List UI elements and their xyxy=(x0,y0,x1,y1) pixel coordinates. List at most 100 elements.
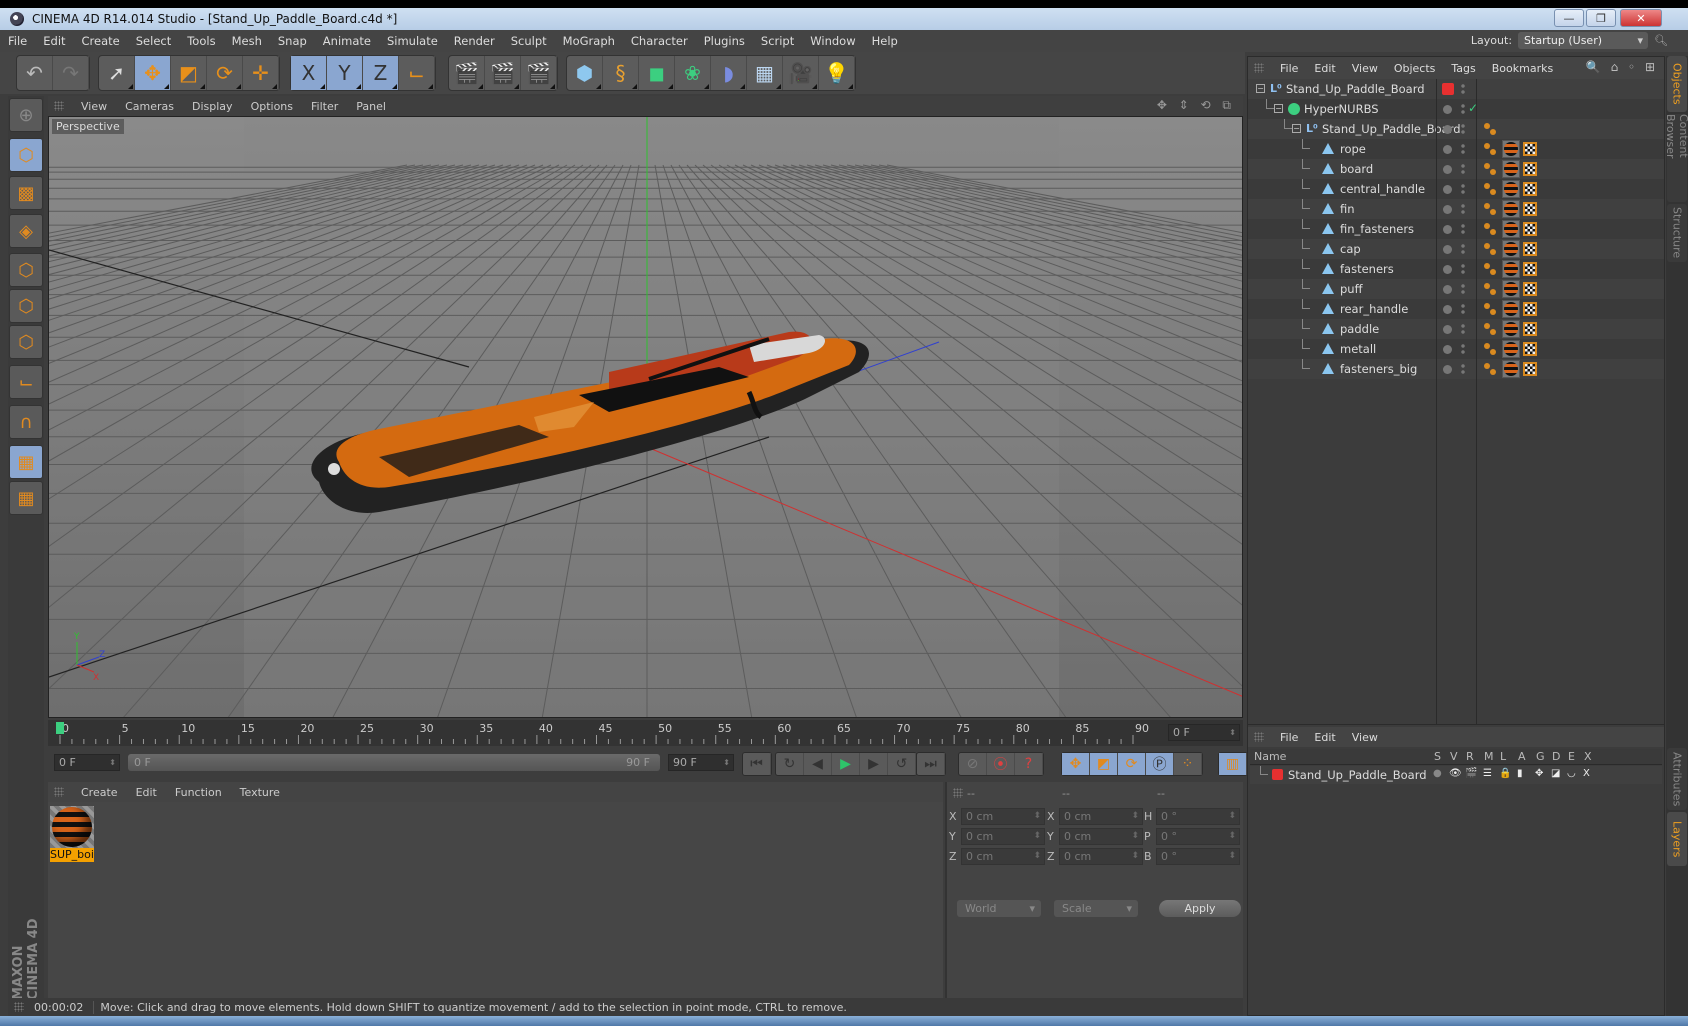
axis-mode-icon[interactable]: ⌙ xyxy=(9,365,43,399)
phong-tag-icon[interactable] xyxy=(1484,163,1496,175)
end-frame-field[interactable]: 90 F ⬍ xyxy=(668,754,734,771)
material-tag-icon[interactable] xyxy=(1502,260,1520,278)
layout-dropdown[interactable]: Startup (User) xyxy=(1518,32,1649,49)
layer-flag-m[interactable]: ☰ xyxy=(1483,768,1492,779)
menu-sculpt[interactable]: Sculpt xyxy=(503,34,555,48)
layer-dot-icon[interactable] xyxy=(1443,145,1452,154)
go-to-previous-frame-icon[interactable]: ◀ xyxy=(804,753,832,775)
object-name[interactable]: fasteners xyxy=(1340,262,1394,276)
visibility-toggle[interactable] xyxy=(1461,203,1465,215)
material-menu-function[interactable]: Function xyxy=(166,786,231,799)
phong-tag-icon[interactable] xyxy=(1484,283,1496,295)
viewport-menu-view[interactable]: View xyxy=(72,100,116,113)
visibility-toggle[interactable] xyxy=(1461,263,1465,275)
minimize-button[interactable]: — xyxy=(1554,9,1584,27)
object-row[interactable]: − L⁰ Stand_Up_Paddle_Board xyxy=(1248,79,1664,99)
floor-icon[interactable]: ▦ xyxy=(747,56,783,90)
layer-flag-e[interactable]: ◡ xyxy=(1567,768,1576,779)
viewport-menu-display[interactable]: Display xyxy=(183,100,242,113)
object-menu-objects[interactable]: Objects xyxy=(1386,62,1444,75)
object-row[interactable]: cap xyxy=(1248,239,1664,259)
layer-column-x[interactable]: X xyxy=(1584,750,1592,763)
uvw-tag-icon[interactable] xyxy=(1523,262,1537,276)
layer-dot-icon[interactable] xyxy=(1443,305,1452,314)
object-name[interactable]: metall xyxy=(1340,342,1376,356)
phong-tag-icon[interactable] xyxy=(1484,363,1496,375)
move-icon[interactable]: ✥ xyxy=(135,56,171,90)
undo-icon[interactable]: ↶ xyxy=(17,56,53,90)
viewport-menu-panel[interactable]: Panel xyxy=(347,100,395,113)
layer-dot-icon[interactable] xyxy=(1443,105,1452,114)
deformer-icon[interactable]: ◗ xyxy=(711,56,747,90)
apply-button[interactable]: Apply xyxy=(1159,900,1241,917)
material-tag-icon[interactable] xyxy=(1502,240,1520,258)
y-axis-icon[interactable]: Y xyxy=(327,56,363,90)
visibility-toggle[interactable] xyxy=(1461,163,1465,175)
play-forwards-icon[interactable]: ▶ xyxy=(832,753,860,775)
layer-flag-g[interactable]: ✥ xyxy=(1535,768,1543,779)
object-row[interactable]: paddle xyxy=(1248,319,1664,339)
phong-tag-icon[interactable] xyxy=(1484,203,1496,215)
timeline-ruler[interactable]: 0 5 10 15 20 25 30 35 40 45 50 55 60 65 70 75 80 85 90 0 F… xyxy=(48,720,1243,746)
layer-dot-icon[interactable] xyxy=(1443,325,1452,334)
panel-grip[interactable] xyxy=(1254,732,1264,742)
object-name[interactable]: fin xyxy=(1340,202,1355,216)
side-tab-content-browser[interactable]: Content Browser xyxy=(1664,114,1688,202)
layer-dot-icon[interactable] xyxy=(1443,165,1452,174)
side-tab-layers[interactable]: Layers xyxy=(1667,812,1687,866)
coord-rot-field[interactable]: 0 ° xyxy=(1156,808,1240,825)
layer-dot-icon[interactable] xyxy=(1443,265,1452,274)
material-tag-icon[interactable] xyxy=(1502,160,1520,178)
object-name[interactable]: fin_fasteners xyxy=(1340,222,1414,236)
material-manager[interactable]: SUP_boi xyxy=(48,802,943,1024)
layer-flag-x[interactable]: X xyxy=(1583,768,1590,779)
render-picture-viewer-icon[interactable]: 🎬 xyxy=(485,56,521,90)
search-icon[interactable]: 🔍︎ xyxy=(1654,34,1668,47)
visibility-toggle[interactable] xyxy=(1461,143,1465,155)
layer-dot-icon[interactable] xyxy=(1443,225,1452,234)
object-name[interactable]: rear_handle xyxy=(1340,302,1408,316)
point-level-animation-icon[interactable]: ⁘ xyxy=(1174,753,1202,775)
menu-help[interactable]: Help xyxy=(864,34,906,48)
parameter-key-icon[interactable]: Ⓟ xyxy=(1146,753,1174,775)
layer-column-r[interactable]: R xyxy=(1466,750,1474,763)
side-tab-structure[interactable]: Structure xyxy=(1667,204,1687,262)
uvw-tag-icon[interactable] xyxy=(1523,322,1537,336)
object-row[interactable]: puff xyxy=(1248,279,1664,299)
object-menu-tags[interactable]: Tags xyxy=(1443,62,1483,75)
panel-grip[interactable] xyxy=(1254,63,1264,73)
cube-icon[interactable]: ⬢ xyxy=(567,56,603,90)
side-tab-attributes[interactable]: Attributes xyxy=(1667,748,1687,810)
layer-row[interactable]: Stand_Up_Paddle_Board ● 👁 🎬 ☰ 🔒 ▮ ✥ ◪ ◡ X xyxy=(1250,766,1662,784)
camera-label[interactable]: Perspective xyxy=(52,119,124,134)
edges-mode-icon[interactable]: ⬡ xyxy=(9,289,43,323)
phong-tag-icon[interactable] xyxy=(1484,243,1496,255)
start-frame-field[interactable]: 0 F ⬍ xyxy=(54,754,120,771)
x-axis-icon[interactable]: X xyxy=(291,56,327,90)
visibility-toggle[interactable] xyxy=(1461,103,1465,115)
layer-dot-icon[interactable] xyxy=(1443,125,1452,134)
object-row[interactable]: fin_fasteners xyxy=(1248,219,1664,239)
layer-flag-s[interactable]: ● xyxy=(1433,768,1442,779)
menu-render[interactable]: Render xyxy=(446,34,503,48)
menu-script[interactable]: Script xyxy=(753,34,802,48)
layer-column-m[interactable]: M xyxy=(1484,750,1494,763)
layer-column-name[interactable]: Name xyxy=(1254,750,1286,763)
object-name[interactable]: cap xyxy=(1340,242,1361,256)
uvw-tag-icon[interactable] xyxy=(1523,202,1537,216)
layer-dot-icon[interactable] xyxy=(1443,345,1452,354)
layer-dot-icon[interactable] xyxy=(1443,205,1452,214)
uvw-tag-icon[interactable] xyxy=(1523,162,1537,176)
position-key-icon[interactable]: ✥ xyxy=(1062,753,1090,775)
object-row[interactable]: central_handle xyxy=(1248,179,1664,199)
object-row[interactable]: − L⁰ Stand_Up_Paddle_Board xyxy=(1248,119,1664,139)
panel-grip[interactable] xyxy=(54,101,64,111)
visibility-toggle[interactable] xyxy=(1461,343,1465,355)
visibility-toggle[interactable] xyxy=(1461,283,1465,295)
uvw-tag-icon[interactable] xyxy=(1523,242,1537,256)
object-row[interactable]: metall xyxy=(1248,339,1664,359)
menu-tools[interactable]: Tools xyxy=(179,34,223,48)
menu-animate[interactable]: Animate xyxy=(315,34,379,48)
material-tag-icon[interactable] xyxy=(1502,180,1520,198)
menu-file[interactable]: File xyxy=(0,34,35,48)
